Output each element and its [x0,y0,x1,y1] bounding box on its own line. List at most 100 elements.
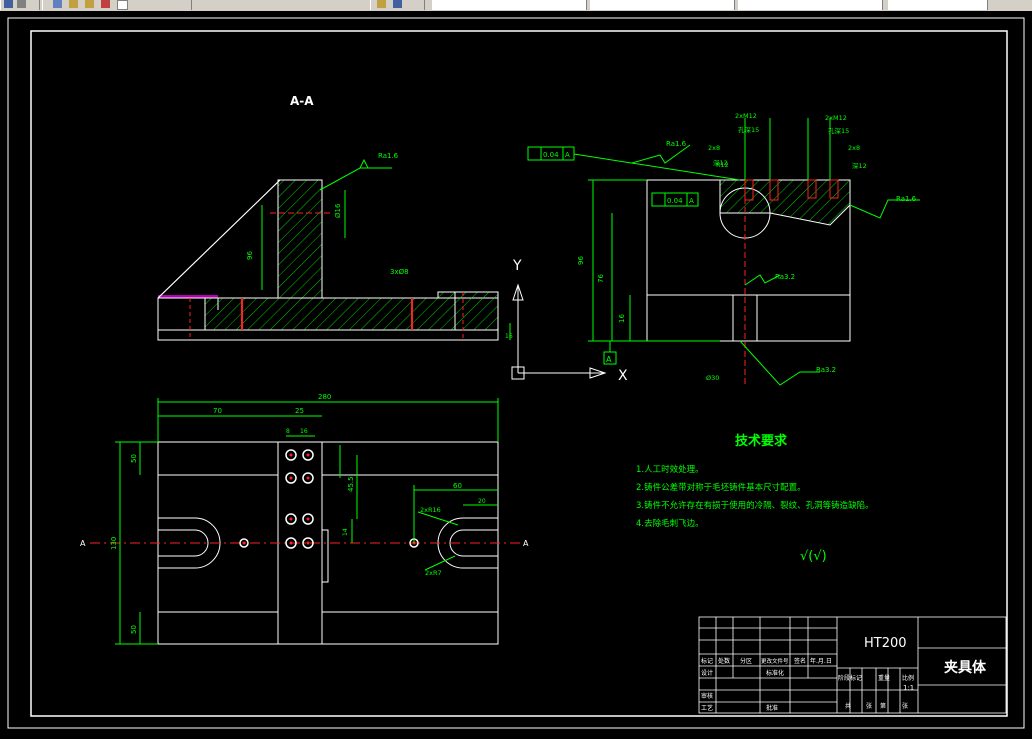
dim-20: 20 [478,498,486,505]
axis-x-label: X [618,368,628,384]
hole-callout-3: 2x8 [708,144,720,152]
tb-check: 审核 [701,692,713,700]
lock-icon[interactable] [101,0,110,8]
dim-50-top: 50 [130,454,138,463]
dim-25: 25 [295,407,304,415]
dim-2x8: 3xØ8 [390,268,409,276]
plotstyle-dropdown[interactable] [888,0,988,10]
right-hatch [454,291,499,331]
section-view-aa: A-A 96 Ø16 Ra1.6 3xØ8 16 [157,94,513,341]
title-block-text: HT200 夹具体 1:1 标记 处数 分区 更改文件号 签名 年.月.日 设计… [701,636,987,712]
tb-process: 工艺 [701,704,713,712]
dim-60: 60 [453,482,462,490]
toolbar-group-edit [42,0,192,10]
side-view: 2xM12 孔深15 2xM12 孔深15 2x8 2x8 深12 深12 0.… [527,112,920,386]
hole-callout-6: 深12 [852,161,867,170]
cut-label-left: A [80,539,86,548]
dim-8: 8 [286,428,290,435]
save-icon[interactable] [17,0,26,8]
tb-design: 设计 [701,669,713,677]
light-bulb-icon[interactable] [69,0,78,8]
tb-ratio: 比例 [902,674,914,682]
drawing-canvas[interactable]: A-A 96 Ø16 Ra1.6 3xØ8 16 Y X 2xM12 孔深15 … [0,11,1032,735]
tb-std: 标准化 [766,669,784,677]
ucs-icon: Y X [511,258,628,384]
roughness-3: Ra1.6 [896,195,917,203]
dim-height-1: 96 [246,251,254,260]
dim-small-1: 16 [505,333,513,340]
roughness-4: Ra3.2 [775,273,795,281]
dim-45-5: 45.5 [347,476,355,492]
open-file-icon[interactable] [4,0,13,8]
dim-height-2: Ø16 [334,203,342,218]
hole-callout-4: 2x8 [848,144,860,152]
hole-callout-1a: 2xM12 [735,112,757,120]
sun-icon[interactable] [85,0,94,8]
linetype-dropdown[interactable] [590,0,735,10]
roughness-1: Ra1.6 [378,152,399,160]
dim-50-bottom: 50 [130,625,138,634]
dim-2xr7: 2xR7 [425,569,442,577]
gtol-ref-2: A [689,197,694,205]
scale-value: 1:1 [903,684,914,692]
dim-2xr16: 2xR16 [420,506,441,514]
tb-stage: 阶段标记 [838,674,862,682]
gtol-value-2: 0.04 [667,197,683,205]
tech-item-2: 2.铸件公差带对称于毛坯铸件基本尺寸配置。 [636,482,806,493]
gtol-ref-1: A [565,151,570,159]
tech-item-4: 4.去除毛刺飞边。 [636,518,704,529]
tech-item-1: 1.人工时效处理。 [636,464,704,475]
datum-a-label: A [606,355,612,364]
u-slot-right-outer [437,517,498,569]
dim-280: 280 [318,393,331,401]
tb-weight: 重量 [878,674,890,682]
layer-state-icon[interactable] [377,0,386,8]
section-label: A-A [290,94,314,108]
side-dim-16: 16 [618,314,626,323]
side-lower-outline [646,294,851,342]
tb-mark: 标记 [701,657,713,665]
tb-of: 第 [880,702,886,710]
dim-70: 70 [213,407,222,415]
roughness-symbol: √(√) [800,549,827,564]
roughness-2: Ra1.6 [666,140,687,148]
tb-sign: 签名 [794,657,806,665]
color-dropdown[interactable] [432,0,587,10]
cut-label-right: A [523,539,529,548]
tb-zone: 分区 [740,657,752,665]
toolbar-group-file [0,0,40,10]
plan-view: A A 280 70 25 8 16 130 50 50 45.5 14 60 … [80,393,529,645]
lineweight-dropdown[interactable] [738,0,883,10]
tb-count: 处数 [718,657,730,665]
tb-approve: 批准 [766,704,778,712]
tech-item-3: 3.铸件不允许存在有损于使用的冷隔、裂纹、孔洞等铸造缺陷。 [636,500,874,511]
roughness-5: Ra3.2 [816,366,836,374]
toolbar-group-layer [370,0,425,10]
tb-date: 年.月.日 [810,657,832,665]
base-bottom [157,329,499,341]
side-dim-96: 96 [577,256,585,265]
axis-y-label: Y [512,258,522,274]
hole-callout-2b: 孔深15 [828,126,849,135]
tb-sheet2: 张 [902,702,908,710]
layer-icon[interactable] [53,0,62,8]
dim-130: 130 [110,537,118,550]
tb-total: 共 [845,702,851,710]
hole-callout-1b: 孔深15 [738,125,759,134]
tech-title: 技术要求 [735,433,788,449]
tb-doc: 更改文件号 [761,657,789,665]
dim-16: 16 [300,428,308,435]
part-name: 夹具体 [944,659,987,676]
side-dim-r12: R12 [716,161,729,169]
dim-14: 14 [342,528,349,536]
layer-prev-icon[interactable] [393,0,402,8]
color-swatch-icon[interactable] [117,0,128,10]
side-dim-small: Ø30 [706,374,719,382]
material: HT200 [864,636,907,651]
tb-sheet: 张 [866,702,872,710]
gtol-value-1: 0.04 [543,151,559,159]
hole-callout-2a: 2xM12 [825,114,847,122]
drawing-svg: A-A 96 Ø16 Ra1.6 3xØ8 16 Y X 2xM12 孔深15 … [7,17,1025,729]
sheet-outer-border [7,17,1025,729]
tech-requirements: 技术要求 1.人工时效处理。 2.铸件公差带对称于毛坯铸件基本尺寸配置。 3.铸… [636,433,874,564]
